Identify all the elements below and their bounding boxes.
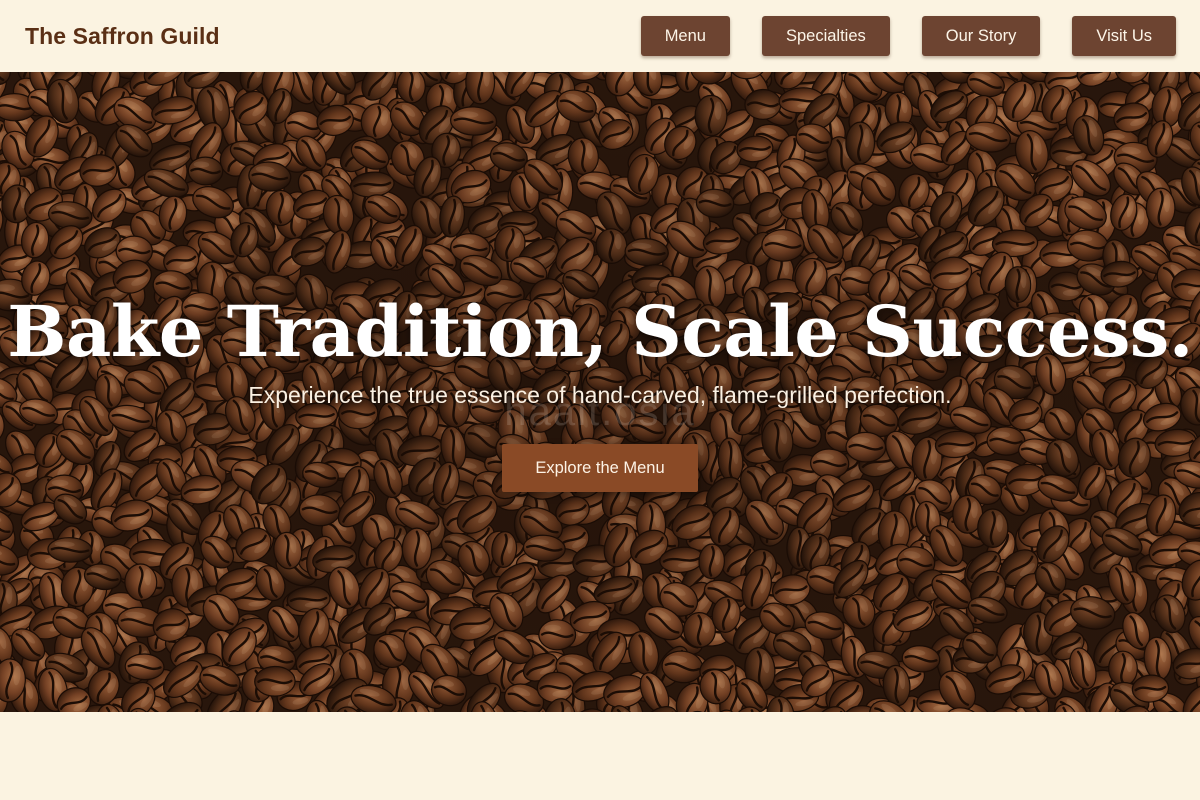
nav-specialties-button[interactable]: Specialties bbox=[761, 16, 890, 56]
brand-name[interactable]: The Saffron Guild bbox=[25, 23, 220, 50]
explore-menu-button[interactable]: Explore the Menu bbox=[502, 444, 698, 492]
nav-our-story-button[interactable]: Our Story bbox=[921, 16, 1041, 56]
site-header: The Saffron Guild Menu Specialties Our S… bbox=[0, 0, 1200, 72]
hero-title: Bake Tradition, Scale Success. bbox=[7, 290, 1193, 373]
next-section bbox=[0, 712, 1200, 800]
nav-visit-us-button[interactable]: Visit Us bbox=[1072, 16, 1176, 56]
main-nav: Menu Specialties Our Story Visit Us bbox=[640, 16, 1176, 56]
hero-subtitle: Experience the true essence of hand-carv… bbox=[248, 382, 952, 408]
hero-section: haalt.osia Bake Tradition, Scale Success… bbox=[0, 72, 1200, 712]
nav-menu-button[interactable]: Menu bbox=[640, 16, 730, 56]
